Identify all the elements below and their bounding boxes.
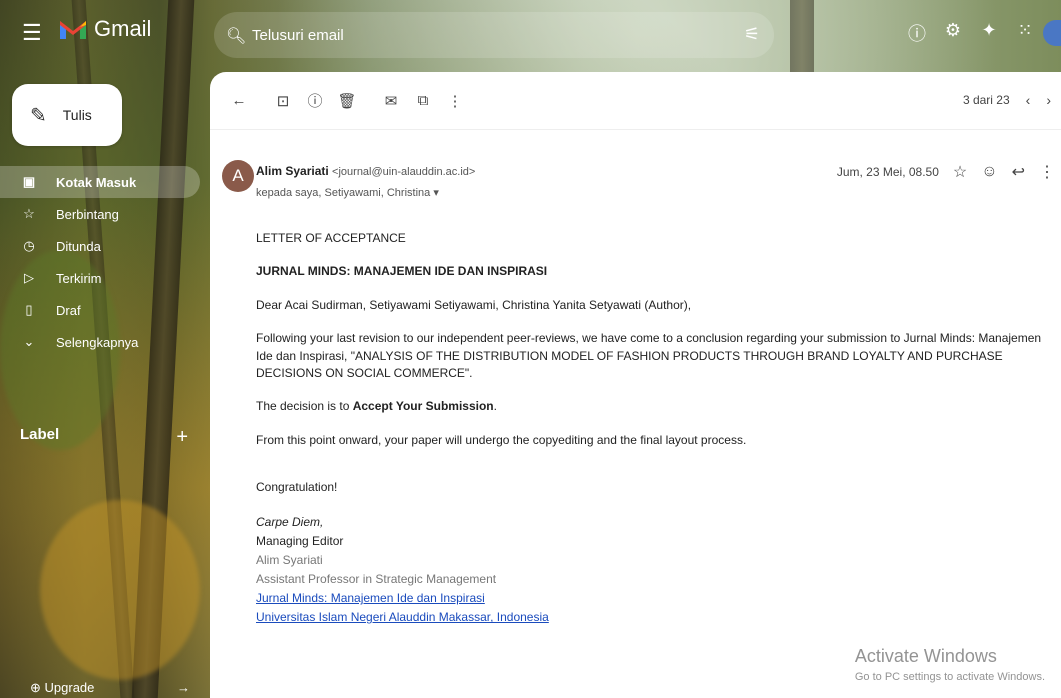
signature-motto: Carpe Diem, [256, 514, 324, 529]
back-arrow-icon[interactable]: ← [224, 86, 254, 116]
sender-name[interactable]: Alim Syariati [256, 164, 329, 178]
signature-title: Assistant Professor in Strategic Managem… [256, 572, 497, 587]
watermark-title: Activate Windows [854, 646, 997, 666]
sidebar-item-label: Ditunda [56, 238, 101, 254]
email-date: Jum, 23 Mei, 08.50 [836, 165, 939, 179]
signature-role: Managing Editor [256, 533, 344, 548]
send-icon: ▷ [24, 270, 34, 285]
compose-button[interactable]: ✎ Tulis [12, 84, 122, 146]
top-bar: ☰ Gmail 🔍︎ ⚟ ⓘ ⚙ ✦ ⁙ [0, 0, 1061, 72]
pager-count: 3 dari 23 [962, 93, 1010, 107]
sidebar-item-sent[interactable]: ▷ Terkirim [0, 262, 200, 294]
journal-link[interactable]: Jurnal Minds: Manajemen Ide dan Inspiras… [256, 591, 485, 605]
more-vert-icon[interactable]: ⋮ [1039, 162, 1055, 182]
sidebar-item-label: Berbintang [56, 206, 119, 222]
letter-title: LETTER OF ACCEPTANCE [256, 231, 406, 245]
chevron-down-icon: ⌄ [23, 334, 35, 349]
signature-name: Alim Syariati [256, 552, 323, 567]
background-foliage [40, 500, 200, 680]
report-spam-icon[interactable]: ⓘ [300, 86, 330, 116]
move-to-icon[interactable]: ⧉ [408, 86, 438, 116]
add-label-icon[interactable]: + [176, 426, 188, 449]
sidebar-item-label: Kotak Masuk [56, 174, 137, 190]
body-paragraph: Following your last revision to our inde… [256, 331, 1042, 380]
settings-gear-icon[interactable]: ⚙ [935, 20, 971, 46]
university-link[interactable]: Universitas Islam Negeri Alauddin Makass… [256, 610, 549, 624]
compose-label: Tulis [62, 107, 92, 123]
next-email-icon[interactable]: › [1046, 92, 1051, 108]
mark-unread-icon[interactable]: ✉ [376, 86, 406, 116]
help-icon[interactable]: ⓘ [899, 20, 935, 46]
archive-icon[interactable]: ⊡ [268, 86, 298, 116]
sidebar-item-drafts[interactable]: ▯ Draf [0, 294, 200, 326]
app-name: Gmail [94, 16, 152, 41]
decision-suffix: . [493, 399, 497, 414]
decision-line: The decision is to Accept Your Submissio… [256, 398, 1056, 415]
email-view: ← ⊡ ⓘ 🗑︎ ✉ ⧉ ⋮ 3 dari 23 ‹ › A Alim Syar… [210, 72, 1061, 698]
watermark-subtitle: Go to PC settings to activate Windows. [854, 671, 1045, 683]
top-right-icons: ⓘ ⚙ ✦ ⁙ [899, 20, 1061, 46]
emoji-react-icon[interactable]: ☺ [981, 163, 997, 181]
search-input[interactable] [252, 26, 732, 44]
sidebar-item-starred[interactable]: ☆ Berbintang [0, 198, 200, 230]
account-avatar[interactable] [1043, 20, 1061, 46]
prev-email-icon[interactable]: ‹ [1026, 92, 1031, 108]
body-paragraph: From this point onward, your paper will … [256, 432, 747, 447]
draft-icon: ▯ [25, 302, 33, 317]
inbox-icon: ▣ [22, 174, 36, 189]
gmail-logo[interactable]: Gmail [58, 16, 151, 42]
search-icon[interactable]: 🔍︎ [226, 26, 246, 45]
activate-windows-watermark: Activate Windows Go to PC settings to ac… [855, 646, 1045, 683]
pencil-icon: ✎ [30, 104, 47, 127]
signature: Carpe Diem, Managing Editor Alim Syariat… [256, 513, 1056, 628]
sidebar-nav: ▣ Kotak Masuk ☆ Berbintang ◷ Ditunda ▷ T… [0, 166, 200, 358]
email-meta: Jum, 23 Mei, 08.50 ☆ ☺ ↩ ⋮ [837, 162, 1055, 182]
email-toolbar: ← ⊡ ⓘ 🗑︎ ✉ ⧉ ⋮ 3 dari 23 ‹ › [210, 72, 1061, 130]
reply-icon[interactable]: ↩ [1012, 162, 1025, 182]
upgrade-button[interactable]: ⊕ Upgrade → [30, 680, 190, 696]
labels-heading: Label [20, 426, 60, 443]
labels-section: Label + [20, 426, 188, 449]
search-options-icon[interactable]: ⚟ [744, 24, 760, 45]
main-menu-icon[interactable]: ☰ [22, 22, 44, 44]
sidebar-item-label: Terkirim [56, 270, 102, 286]
sidebar-item-more[interactable]: ⌄ Selengkapnya [0, 326, 200, 358]
star-icon[interactable]: ☆ [953, 162, 967, 182]
decision-value: Accept Your Submission [352, 399, 494, 414]
recipients-text: kepada saya, Setiyawami, Christina [256, 187, 431, 199]
sender-line: Alim Syariati <journal@uin-alauddin.ac.i… [256, 164, 475, 178]
sidebar-item-inbox[interactable]: ▣ Kotak Masuk [0, 166, 200, 198]
upgrade-label: Upgrade [44, 680, 95, 695]
decision-prefix: The decision is to [256, 399, 353, 414]
sidebar-item-label: Selengkapnya [56, 334, 139, 350]
sender-email: <journal@uin-alauddin.ac.id> [332, 166, 476, 178]
search-bar[interactable]: 🔍︎ ⚟ [214, 12, 774, 58]
email-body: LETTER OF ACCEPTANCE JURNAL MINDS: MANAJ… [256, 230, 1056, 628]
greeting: Dear Acai Sudirman, Setiyawami Setiyawam… [256, 297, 692, 312]
delete-icon[interactable]: 🗑︎ [332, 86, 362, 116]
apps-grid-icon[interactable]: ⁙ [1007, 20, 1043, 46]
recipients-line[interactable]: kepada saya, Setiyawami, Christina ▾ [256, 186, 439, 199]
sidebar-item-label: Draf [56, 302, 81, 318]
clock-icon: ◷ [23, 238, 35, 253]
gemini-sparkle-icon[interactable]: ✦ [971, 20, 1007, 46]
closing: Congratulation! [256, 480, 338, 495]
journal-name: JURNAL MINDS: MANAJEMEN IDE DAN INSPIRAS… [256, 264, 548, 279]
sender-avatar[interactable]: A [222, 160, 254, 192]
upgrade-icon: ⊕ [30, 680, 45, 695]
gmail-m-icon [60, 21, 86, 39]
star-icon: ☆ [23, 206, 35, 221]
arrow-right-icon: → [177, 680, 190, 695]
sidebar-item-snoozed[interactable]: ◷ Ditunda [0, 230, 200, 262]
caret-down-icon[interactable]: ▾ [433, 187, 439, 199]
pager: 3 dari 23 ‹ › [963, 92, 1051, 108]
more-vert-icon[interactable]: ⋮ [440, 86, 470, 116]
